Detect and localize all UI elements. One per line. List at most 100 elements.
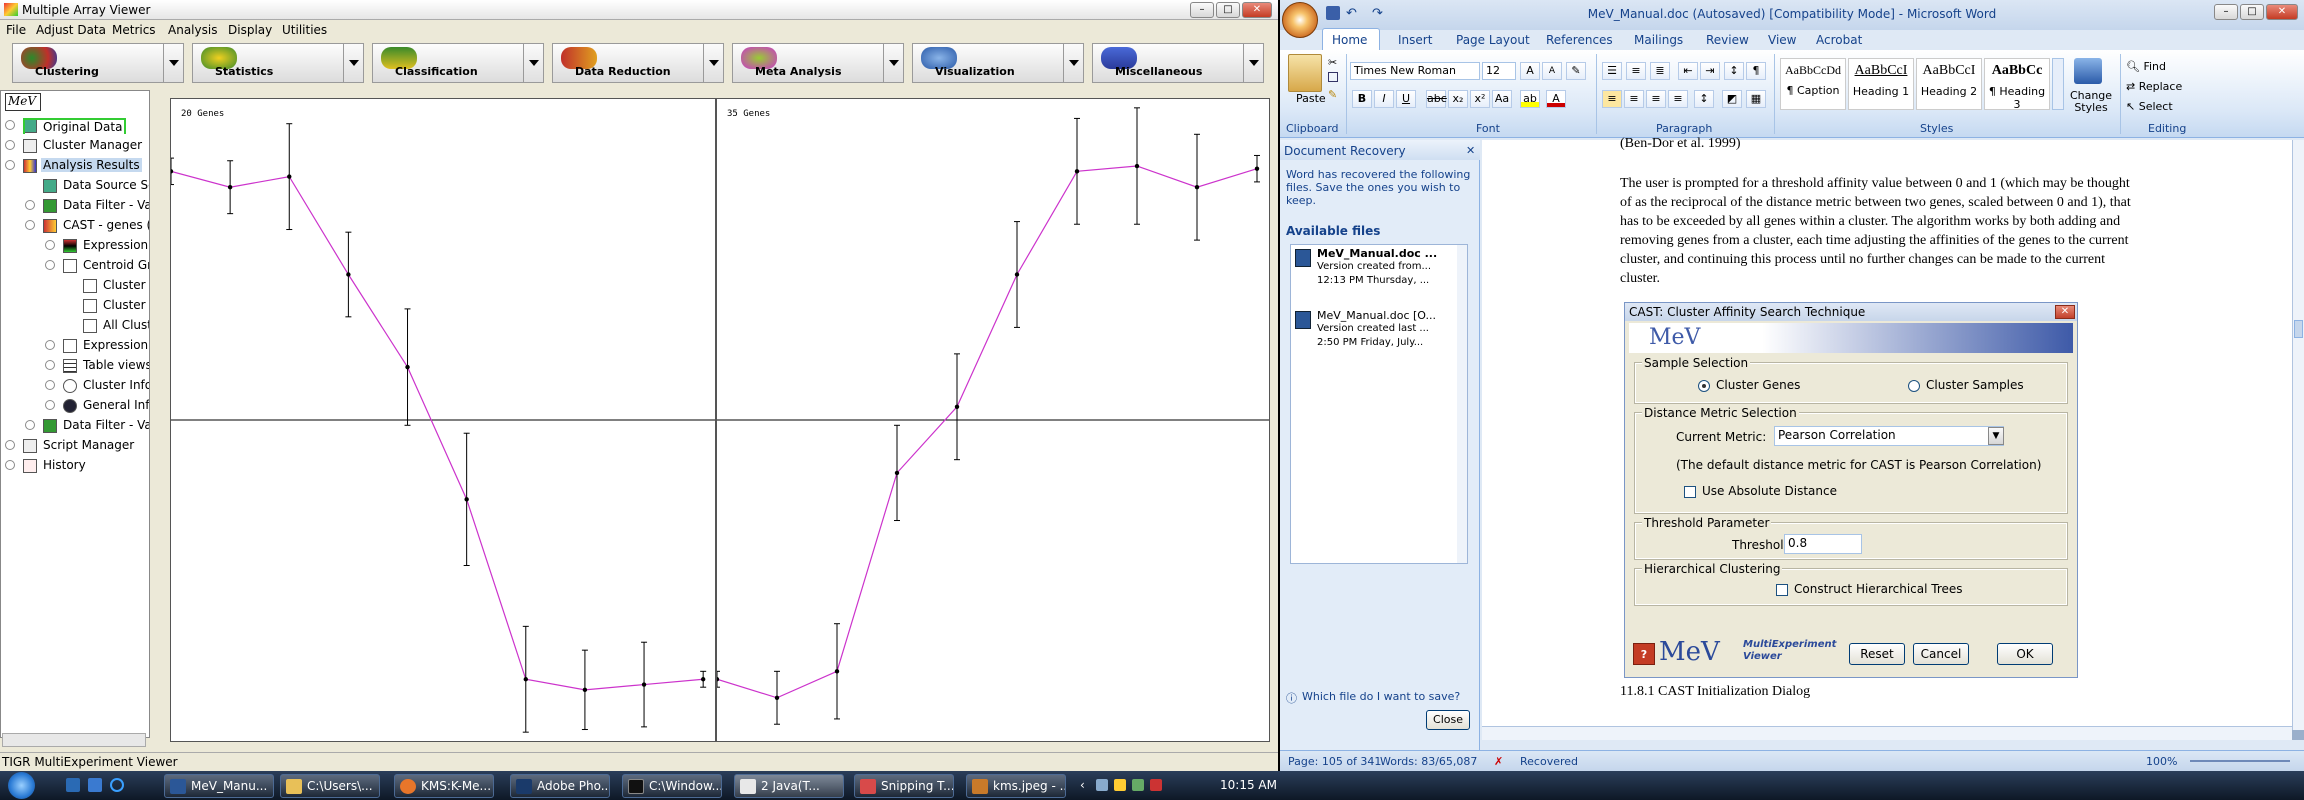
taskbar-item-image[interactable]: kms.jpeg - ... <box>966 774 1066 798</box>
style-heading-1[interactable]: AaBbCcI Heading 1 <box>1848 58 1914 110</box>
expand-icon[interactable] <box>25 220 35 230</box>
tree-cluster-manager[interactable]: Cluster Manager <box>5 138 145 154</box>
font-size-combo[interactable]: 12 <box>1482 62 1516 80</box>
style-heading-2[interactable]: AaBbCcI Heading 2 <box>1916 58 1982 110</box>
expand-icon[interactable] <box>5 460 15 470</box>
taskbar-item-photoshop[interactable]: Adobe Pho... <box>510 774 610 798</box>
style-caption[interactable]: AaBbCcDd ¶ Caption <box>1780 58 1846 110</box>
taskbar-item-firefox[interactable]: KMS:K-Me... <box>394 774 494 798</box>
taskbar-item-cmd[interactable]: C:\Window... <box>622 774 722 798</box>
expand-icon[interactable] <box>5 440 15 450</box>
data-reduction-dropdown[interactable] <box>703 44 723 82</box>
tray-app-icon[interactable] <box>1114 779 1126 791</box>
vertical-scrollbar[interactable] <box>2292 140 2304 730</box>
expand-icon[interactable] <box>45 260 55 270</box>
taskbar-item-java[interactable]: 2 Java(T... <box>734 774 844 798</box>
construct-trees-checkbox[interactable] <box>1776 584 1788 596</box>
classification-button[interactable]: Classification <box>372 43 544 83</box>
superscript-button[interactable]: x² <box>1470 90 1490 108</box>
cut-icon[interactable]: ✂ <box>1328 56 1337 69</box>
redo-icon[interactable]: ↷ <box>1372 6 1383 21</box>
recovered-file-2[interactable]: MeV_Manual.doc [O... Version created las… <box>1291 307 1467 369</box>
close-button[interactable]: ✕ <box>2266 4 2298 20</box>
tree-analysis-results[interactable]: Analysis Results <box>5 158 145 174</box>
tab-home[interactable]: Home <box>1332 33 1367 47</box>
change-case-button[interactable]: Aa <box>1492 90 1512 108</box>
change-styles-icon[interactable] <box>2074 58 2102 84</box>
minimize-button[interactable]: – <box>2214 4 2238 20</box>
clock[interactable]: 10:15 AM <box>1220 778 1277 792</box>
tab-review[interactable]: Review <box>1706 33 1749 47</box>
tree-centroid-graphs[interactable]: Centroid Gra <box>45 258 149 274</box>
page-indicator[interactable]: Page: 105 of 341 <box>1288 755 1381 768</box>
font-color-button[interactable]: A <box>1546 90 1566 108</box>
tab-insert[interactable]: Insert <box>1398 33 1432 47</box>
statistics-dropdown[interactable] <box>343 44 363 82</box>
meta-analysis-button[interactable]: Meta Analysis <box>732 43 904 83</box>
bold-button[interactable]: B <box>1352 90 1372 108</box>
quicklaunch-explorer-icon[interactable] <box>88 778 102 792</box>
paste-button[interactable]: Paste <box>1296 92 1326 105</box>
expand-icon[interactable] <box>5 120 15 130</box>
justify-button[interactable]: ≡ <box>1668 90 1688 108</box>
classification-dropdown[interactable] <box>523 44 543 82</box>
tree-general-info[interactable]: General Info <box>45 398 149 414</box>
shrink-font-button[interactable]: A <box>1542 62 1562 80</box>
expand-icon[interactable] <box>45 400 55 410</box>
menu-file[interactable]: File <box>6 23 26 37</box>
taskbar-item-explorer[interactable]: C:\Users\... <box>280 774 380 798</box>
taskbar-item-snipping[interactable]: Snipping T... <box>854 774 954 798</box>
find-button[interactable]: 🔍︎ Find <box>2126 60 2166 73</box>
which-file-link[interactable]: Which file do I want to save? <box>1302 690 1460 703</box>
tree-cluster-2[interactable]: Cluster 2 <box>65 298 149 314</box>
menu-analysis[interactable]: Analysis <box>168 23 217 37</box>
maximize-button[interactable]: □ <box>1216 2 1240 18</box>
tree-cluster-info[interactable]: Cluster Infor <box>45 378 149 394</box>
subscript-button[interactable]: x₂ <box>1448 90 1468 108</box>
tree-history[interactable]: History <box>5 458 145 474</box>
tree-data-filter-2[interactable]: Data Filter - Var <box>25 418 149 434</box>
ie-icon[interactable] <box>110 778 124 792</box>
borders-button[interactable]: ▦ <box>1746 90 1766 108</box>
zoom-level[interactable]: 100% <box>2146 755 2177 768</box>
tree-all-clusters[interactable]: All Clust <box>65 318 149 334</box>
list-scrollbar[interactable] <box>1457 245 1467 563</box>
threshold-input[interactable]: 0.8 <box>1784 534 1862 554</box>
decrease-indent-button[interactable]: ⇤ <box>1678 62 1698 80</box>
grow-font-button[interactable]: A <box>1520 62 1540 80</box>
align-center-button[interactable]: ≡ <box>1624 90 1644 108</box>
chevron-down-icon[interactable]: ▼ <box>1988 427 2004 445</box>
copy-icon[interactable] <box>1328 72 1338 82</box>
taskbar-item-word[interactable]: MeV_Manu... <box>164 774 274 798</box>
word-count[interactable]: Words: 83/65,087 <box>1380 755 1477 768</box>
tab-references[interactable]: References <box>1546 33 1613 47</box>
document-page[interactable]: (Ben-Dor et al. 1999) The user is prompt… <box>1482 136 2292 740</box>
data-reduction-button[interactable]: Data Reduction <box>552 43 724 83</box>
tray-battery-icon[interactable] <box>1132 779 1144 791</box>
menu-utilities[interactable]: Utilities <box>282 23 327 37</box>
maximize-button[interactable]: □ <box>2240 4 2264 20</box>
tree-original-data[interactable]: Original Data <box>5 118 145 134</box>
line-spacing-button[interactable]: ↕ <box>1694 90 1714 108</box>
highlight-button[interactable]: ab <box>1520 90 1540 108</box>
menu-adjust-data[interactable]: Adjust Data <box>36 23 106 37</box>
tree-cast-genes[interactable]: CAST - genes ( <box>25 218 149 234</box>
tab-view[interactable]: View <box>1768 33 1796 47</box>
clustering-dropdown[interactable] <box>163 44 183 82</box>
cancel-button[interactable]: Cancel <box>1913 643 1969 665</box>
expand-icon[interactable] <box>25 200 35 210</box>
tab-acrobat[interactable]: Acrobat <box>1816 33 1862 47</box>
expand-icon[interactable] <box>45 340 55 350</box>
tray-expand-icon[interactable]: ‹ <box>1080 778 1085 792</box>
tree-expression[interactable]: Expression <box>45 238 149 254</box>
horizontal-scrollbar[interactable] <box>1482 726 2292 740</box>
reset-button[interactable]: Reset <box>1849 643 1905 665</box>
cluster-genes-radio[interactable] <box>1698 380 1710 392</box>
statistics-button[interactable]: Statistics <box>192 43 364 83</box>
show-formatting-button[interactable]: ¶ <box>1746 62 1766 80</box>
format-painter-icon[interactable]: ✎ <box>1328 88 1337 101</box>
bullets-button[interactable]: ☰ <box>1602 62 1622 80</box>
shading-button[interactable]: ◩ <box>1722 90 1742 108</box>
help-icon[interactable]: ? <box>1633 643 1655 665</box>
change-styles-button[interactable]: Change Styles <box>2066 90 2116 114</box>
